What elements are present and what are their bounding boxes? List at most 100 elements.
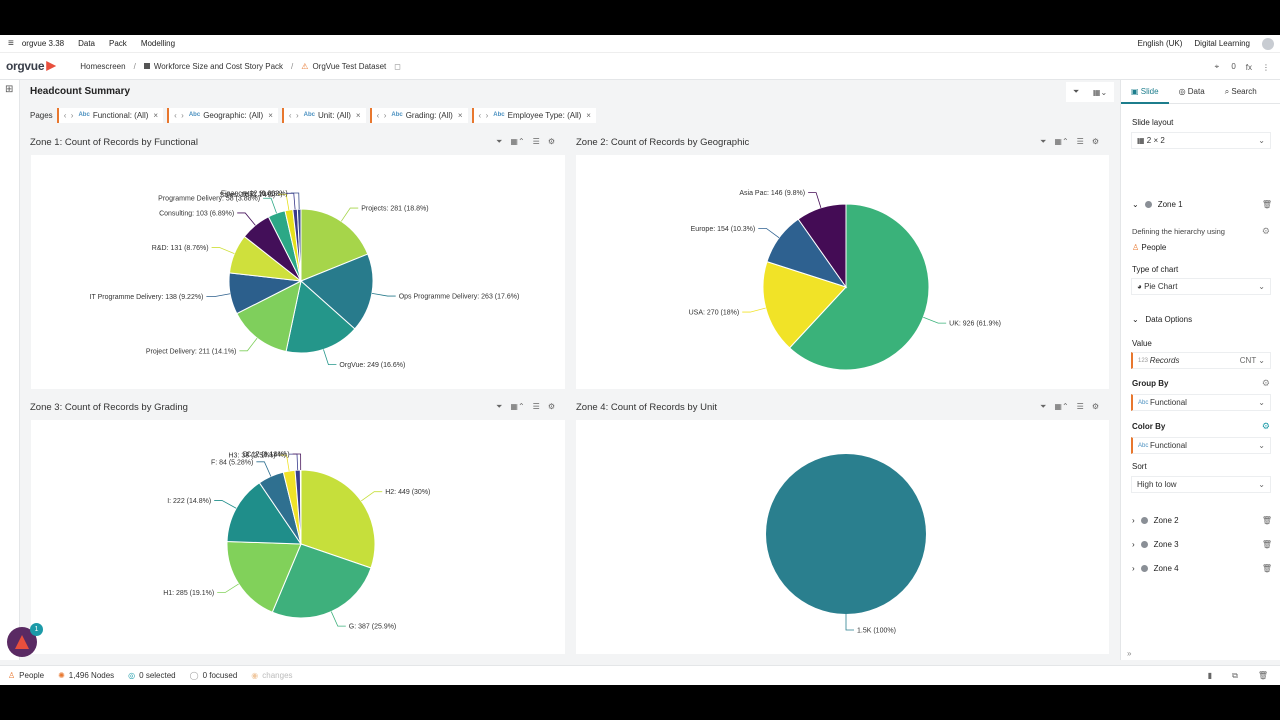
zone-3-chart[interactable]: H2: 449 (30%) G: 387 (25.9%) H1: 285 (19.1… [31, 420, 565, 654]
pack-icon [143, 63, 150, 69]
zone-3-row[interactable]: › Zone 3 🗑 [1132, 537, 1272, 551]
sort-select[interactable]: High to low ⌄ [1131, 476, 1271, 493]
user-name[interactable]: Digital Learning [1194, 39, 1250, 48]
zone-4-row[interactable]: › Zone 4 🗑 [1132, 561, 1272, 575]
status-people[interactable]: ♙ People [8, 671, 44, 680]
filter-icon[interactable]: ⏷ [496, 402, 502, 412]
zone-4-chart[interactable]: 1.5K (100%) [576, 420, 1109, 654]
trash-icon[interactable]: 🗑 [1258, 671, 1268, 681]
filter-icon[interactable]: ⏷ [496, 137, 502, 147]
trash-icon[interactable]: 🗑 [1262, 564, 1272, 573]
trash-icon[interactable]: 🗑 [1262, 200, 1272, 209]
group-by-label: Group By [1132, 379, 1169, 388]
status-selected[interactable]: ◎ 0 selected [128, 671, 175, 680]
trash-icon[interactable]: 🗑 [1262, 516, 1272, 525]
filter-chip-employee-type[interactable]: ‹ › Abc Employee Type: (All) × [471, 107, 596, 123]
list-icon[interactable]: ☰ [1077, 402, 1084, 412]
gear-icon[interactable]: ⚙ [1262, 226, 1270, 237]
gear-icon[interactable]: ⚙ [1262, 421, 1270, 432]
menu-pack[interactable]: Pack [109, 39, 127, 48]
filter-icon[interactable]: ⏷ [1040, 137, 1046, 147]
chart-settings-icon[interactable]: ▦⌃ [510, 402, 524, 412]
filter-chip-functional[interactable]: ‹ › Abc Functional: (All) × [56, 107, 164, 123]
status-changes[interactable]: ◉ changes [251, 671, 292, 680]
list-icon[interactable]: ☰ [533, 137, 540, 147]
clear-icon[interactable]: × [356, 111, 361, 120]
chart-settings-icon[interactable]: ▦⌃ [1054, 402, 1068, 412]
chevron-left-right-icon[interactable]: ‹ › [377, 111, 387, 120]
color-by-select[interactable]: Abc Functional ⌄ [1131, 437, 1271, 454]
add-icon[interactable]: ⊞ [5, 84, 13, 95]
zone-1-chart[interactable]: Projects: 281 (18.8%) Ops Programme Deliv… [31, 155, 565, 389]
filter-icon[interactable]: ⏷ [1073, 87, 1079, 97]
list-icon[interactable]: ☰ [1077, 137, 1084, 147]
slice-label: H1: 285 (19.1%) [163, 590, 214, 597]
filter-icon[interactable]: ⏷ [1040, 402, 1046, 412]
chevron-left-right-icon[interactable]: ‹ › [479, 111, 489, 120]
formula-icon[interactable]: fx [1246, 63, 1252, 72]
settings-icon[interactable]: ⚙ [548, 137, 555, 147]
status-nodes[interactable]: ✺ 1,496 Nodes [58, 671, 114, 680]
chevron-left-right-icon[interactable]: ‹ › [174, 111, 184, 120]
breadcrumb-dataset[interactable]: ⚠ OrgVue Test Dataset ◻ [301, 62, 401, 71]
pie-slice[interactable] [766, 454, 926, 614]
more-icon[interactable]: ⋮ [1262, 63, 1270, 72]
list-icon[interactable]: ☰ [533, 402, 540, 412]
chevron-right-icon[interactable]: › [1132, 516, 1135, 525]
slide-layout-select[interactable]: ▦ 2 × 2 ⌄ [1131, 132, 1271, 149]
filter-chip-geographic[interactable]: ‹ › Abc Geographic: (All) × [167, 107, 278, 123]
chevron-right-icon[interactable]: › [1132, 540, 1135, 549]
clear-icon[interactable]: × [268, 111, 273, 120]
copy-icon[interactable]: ⧉ [1232, 671, 1238, 681]
data-options-toggle[interactable]: ⌄ Data Options [1132, 312, 1272, 326]
zone-2-row[interactable]: › Zone 2 🗑 [1132, 513, 1272, 527]
clear-icon[interactable]: × [458, 111, 463, 120]
settings-icon[interactable]: ⚙ [1092, 402, 1099, 412]
chart-settings-icon[interactable]: ▦⌃ [1054, 137, 1068, 147]
orgvue-logo[interactable]: orgvue [6, 59, 57, 73]
help-button[interactable]: 1 [7, 623, 43, 657]
breadcrumb-pack[interactable]: Workforce Size and Cost Story Pack / [143, 62, 293, 71]
language-selector[interactable]: English (UK) [1138, 39, 1183, 48]
zone-1-row[interactable]: ⌄ Zone 1 🗑 [1132, 197, 1272, 211]
trash-icon[interactable]: 🗑 [1262, 540, 1272, 549]
filter-chip-unit[interactable]: ‹ › Abc Unit: (All) × [281, 107, 366, 123]
aggregation-select[interactable]: CNT ⌄ [1240, 356, 1265, 365]
tab-search[interactable]: ⌕ Search [1215, 80, 1267, 104]
chevron-left-right-icon[interactable]: ‹ › [64, 111, 74, 120]
filter-chip-grading[interactable]: ‹ › Abc Grading: (All) × [369, 107, 468, 123]
pie-slice[interactable] [299, 469, 302, 545]
tab-data[interactable]: ◎ Data [1169, 80, 1215, 104]
bookmark-icon[interactable]: ⌖ 0 [1215, 62, 1236, 72]
logo-mark-icon [46, 61, 57, 71]
slice-label: USA: 270 (18%) [689, 310, 740, 317]
chart-settings-icon[interactable]: ▦⌃ [510, 137, 524, 147]
chevron-right-icon[interactable]: › [1132, 564, 1135, 573]
slice-label: R&D: 131 (8.76%) [152, 245, 209, 252]
clear-icon[interactable]: × [153, 111, 158, 120]
settings-icon[interactable]: ⚙ [1092, 137, 1099, 147]
chevron-left-right-icon[interactable]: ‹ › [289, 111, 299, 120]
panel-icon[interactable]: ▮ [1208, 671, 1212, 681]
hierarchy-value[interactable]: ♙ People [1132, 243, 1166, 252]
zone-1-title: Zone 1: Count of Records by Functional [30, 137, 198, 148]
clear-icon[interactable]: × [586, 111, 591, 120]
menu-modelling[interactable]: Modelling [141, 39, 175, 48]
chart-type-select[interactable]: ◕ Pie Chart ⌄ [1131, 278, 1271, 295]
user-avatar[interactable] [1262, 37, 1274, 50]
zone-2-chart[interactable]: UK: 926 (61.9%) USA: 270 (18%) Europe: 154… [576, 155, 1109, 389]
settings-icon[interactable]: ⚙ [548, 402, 555, 412]
chart-settings-icon[interactable]: ▦⌄ [1093, 88, 1107, 97]
help-logo-icon [15, 635, 29, 649]
menu-data[interactable]: Data [78, 39, 95, 48]
tab-slide[interactable]: ▣ Slide [1121, 80, 1169, 104]
gear-icon[interactable]: ⚙ [1262, 378, 1270, 389]
group-by-select[interactable]: Abc Functional ⌄ [1131, 394, 1271, 411]
status-focused[interactable]: ◯ 0 focused [190, 671, 238, 680]
collapse-panel-icon[interactable]: » [1127, 649, 1131, 658]
hamburger-menu-icon[interactable]: ≡ [8, 38, 14, 49]
leader-line [808, 192, 822, 208]
value-field[interactable]: 123 Records CNT ⌄ [1131, 352, 1271, 369]
breadcrumb-home[interactable]: Homescreen / [80, 62, 136, 71]
chevron-down-icon[interactable]: ⌄ [1132, 200, 1139, 209]
